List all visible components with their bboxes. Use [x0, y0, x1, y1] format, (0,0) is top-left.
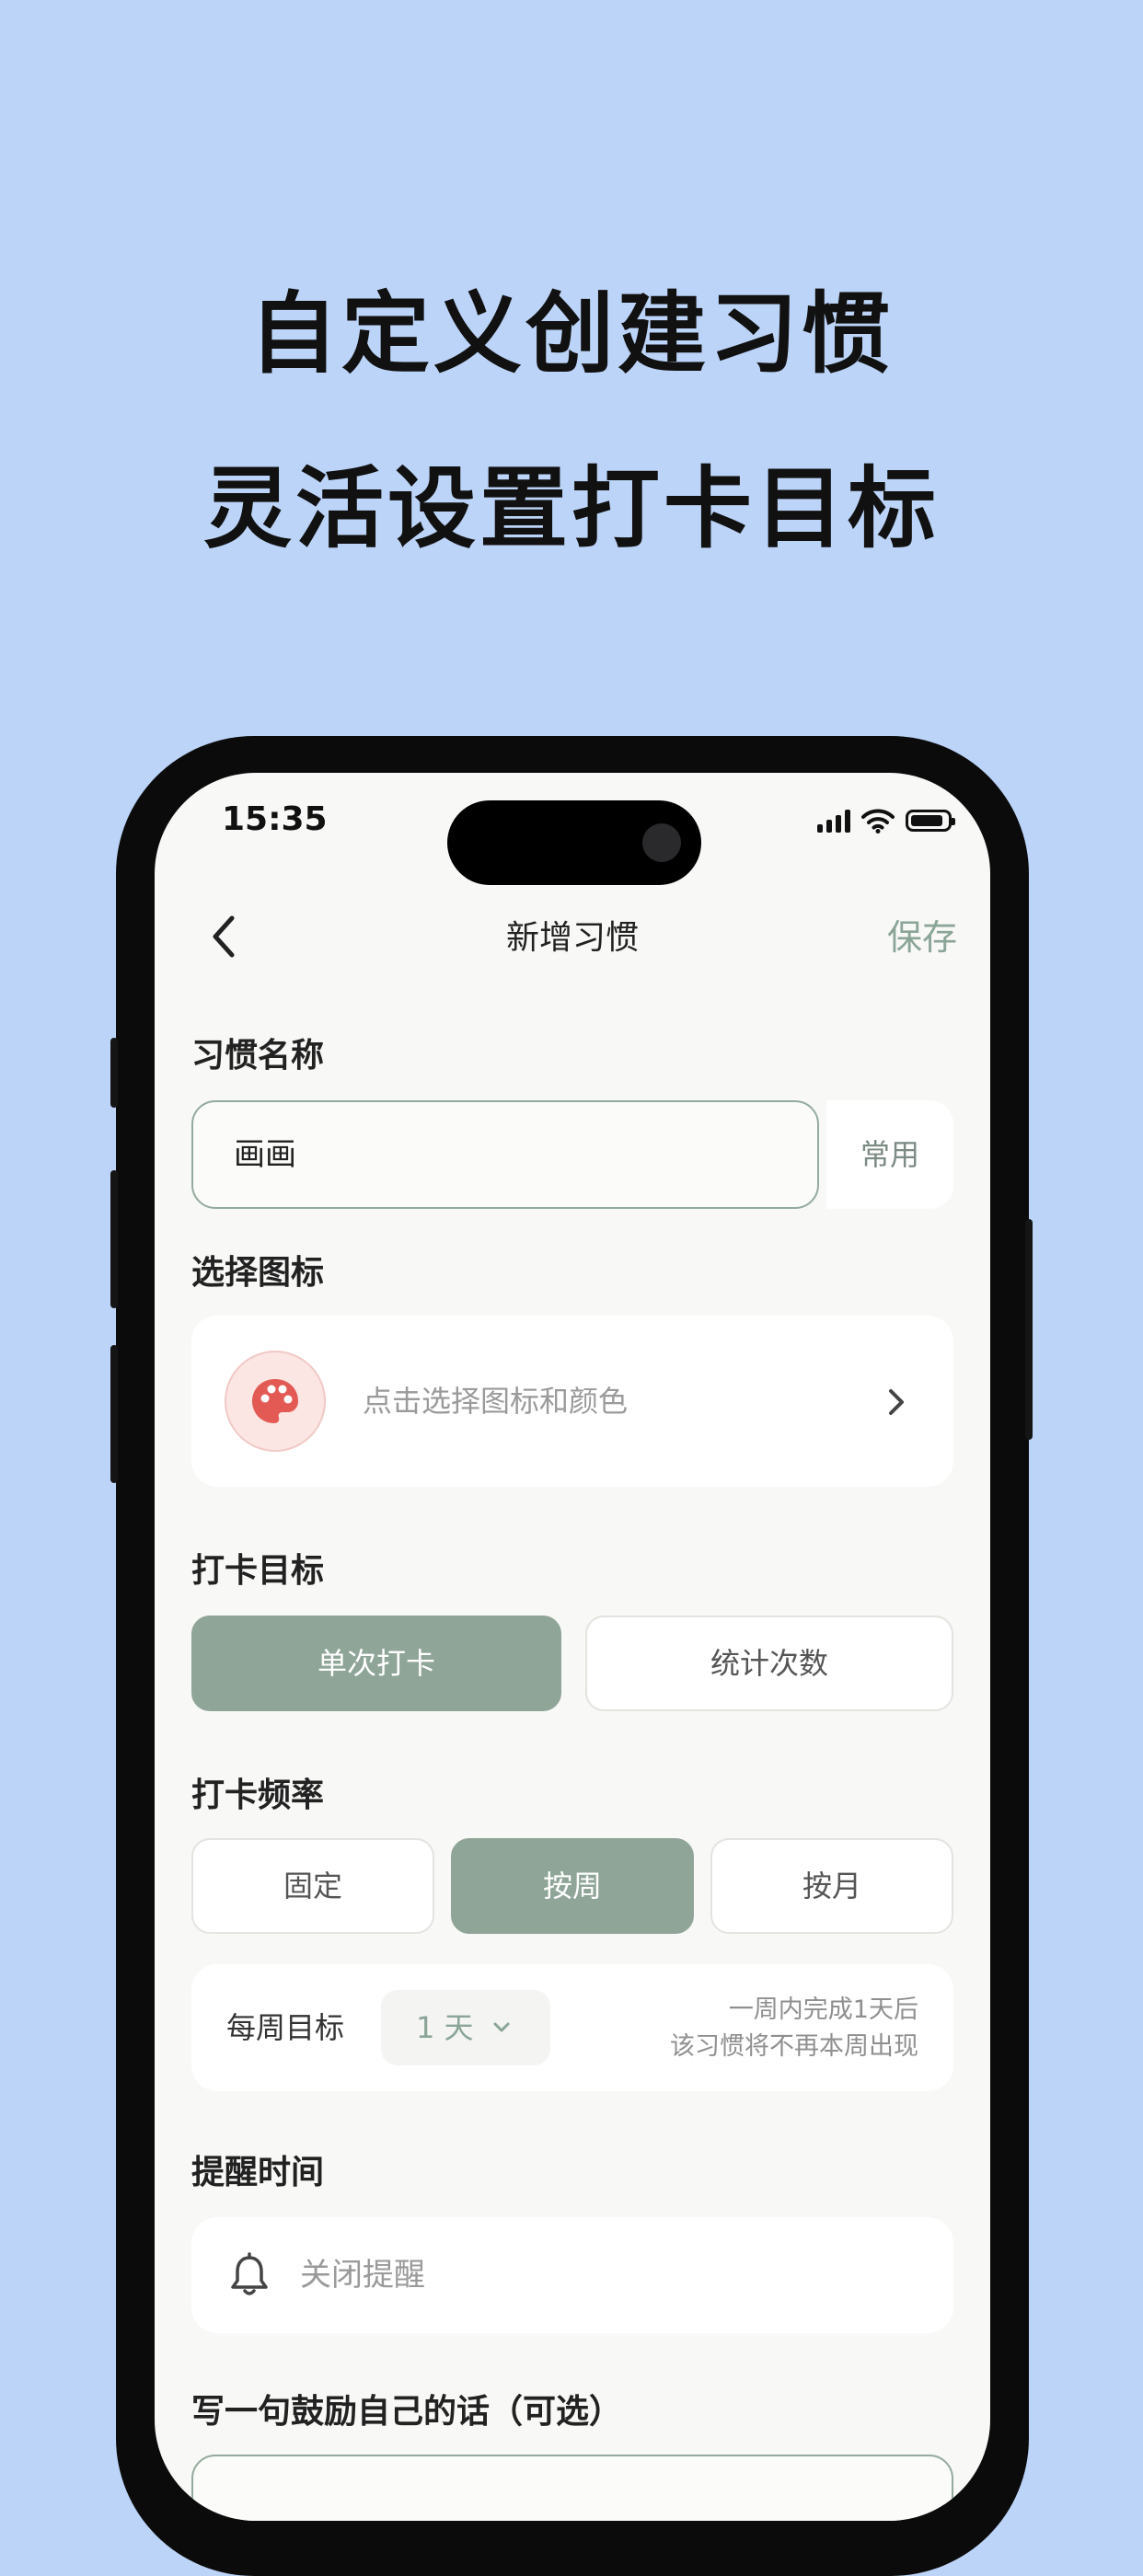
palette-icon-badge [225, 1351, 326, 1452]
phone-side-button [110, 1038, 118, 1108]
reminder-value: 关闭提醒 [300, 2257, 425, 2294]
status-icons [817, 808, 955, 834]
status-time: 15:35 [222, 800, 328, 838]
weekly-goal-label: 每周目标 [226, 2010, 345, 2045]
motto-input[interactable] [191, 2455, 953, 2521]
weekly-goal-value: 1 天 [416, 2010, 474, 2045]
icon-picker-card[interactable]: 点击选择图标和颜色 [191, 1316, 953, 1487]
habit-name-label: 习惯名称 [191, 1037, 325, 1075]
common-names-button[interactable]: 常用 [826, 1100, 953, 1209]
checkin-frequency-label: 打卡频率 [191, 1777, 325, 1814]
reminder-label: 提醒时间 [191, 2154, 325, 2191]
chevron-right-icon [889, 1389, 904, 1415]
phone-volume-down-button [110, 1345, 118, 1483]
weekly-goal-note: 一周内完成1天后 该习惯将不再本周出现 [670, 1992, 918, 2065]
dynamic-island [447, 800, 701, 885]
phone-screen: 15:35 新增习惯 保存 习惯名称 画画 常用 选择图标 点击选择图标和颜色 … [155, 773, 990, 2521]
checkin-goal-label: 打卡目标 [191, 1552, 325, 1590]
frequency-option-weekly[interactable]: 按周 [451, 1838, 694, 1934]
phone-volume-up-button [110, 1170, 118, 1308]
goal-option-single[interactable]: 单次打卡 [191, 1616, 561, 1711]
promo-headline-line2: 灵活设置打卡目标 [203, 457, 940, 560]
camera-dot [642, 823, 681, 862]
save-button[interactable]: 保存 [887, 909, 957, 960]
cellular-signal-icon [817, 809, 850, 833]
icon-picker-label: 选择图标 [191, 1254, 325, 1292]
chevron-down-icon [493, 2022, 510, 2032]
frequency-option-fixed[interactable]: 固定 [191, 1838, 434, 1934]
palette-icon [252, 1379, 298, 1423]
icon-picker-hint: 点击选择图标和颜色 [363, 1384, 629, 1419]
habit-name-row: 画画 常用 [191, 1100, 953, 1209]
weekly-goal-card: 每周目标 1 天 一周内完成1天后 该习惯将不再本周出现 [191, 1964, 953, 2091]
weekly-goal-select[interactable]: 1 天 [381, 1990, 550, 2065]
bell-icon [231, 2252, 268, 2295]
frequency-option-monthly[interactable]: 按月 [710, 1838, 953, 1934]
battery-icon [906, 810, 955, 832]
reminder-card[interactable]: 关闭提醒 [191, 2217, 953, 2333]
wifi-icon [861, 809, 895, 834]
habit-name-input[interactable]: 画画 [191, 1100, 819, 1209]
phone-power-button [1025, 1219, 1033, 1440]
page-title: 新增习惯 [505, 919, 639, 957]
goal-option-count[interactable]: 统计次数 [585, 1616, 953, 1711]
motto-label: 写一句鼓励自己的话（可选） [191, 2393, 623, 2431]
promo-headline-line1: 自定义创建习惯 [249, 282, 894, 385]
weekly-goal-note-line1: 一周内完成1天后 [728, 1995, 918, 2024]
weekly-goal-note-line2: 该习惯将不再本周出现 [670, 2032, 918, 2061]
